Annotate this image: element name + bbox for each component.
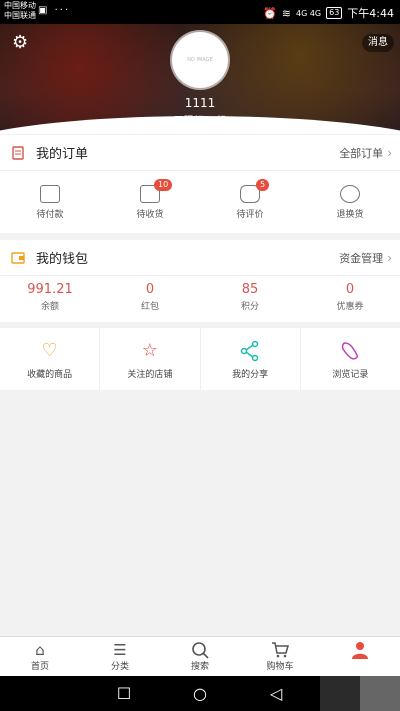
message-button[interactable]: 消息 [362,34,394,52]
wallet-value: 85 [241,282,259,297]
status-bar: 中国移动 中国联通 ▣ ··· ⏰ ≋ 4G 4G 63 下午4:44 [0,0,400,24]
avatar-placeholder-text: NO IMAGE [187,57,213,63]
footprint-icon [339,340,361,362]
quick-links: ♡ 收藏的商品 ☆ 关注的店铺 我的分享 浏览记录 [0,328,400,390]
tab-label: 搜索 [190,662,209,672]
wallet-value: 0 [145,282,155,297]
tab-category[interactable]: ☰ 分类 [80,637,160,676]
battery-icon: 63 [326,7,343,19]
order-returns[interactable]: 退换货 [300,171,400,233]
nav-overlay-dark [320,676,360,711]
order-pending-review[interactable]: 5 待评价 [200,171,300,233]
user-group: 无限额27组 [173,116,227,127]
category-icon: ☰ [113,641,127,659]
orders-header[interactable]: 我的订单 全部订单 › [0,135,400,171]
wallet-redpacket[interactable]: 0 红包 [100,276,200,322]
notification-icons: ▣ ··· [38,5,71,16]
my-shares[interactable]: 我的分享 [201,328,301,390]
fund-management-link[interactable]: 资金管理 › [339,250,392,266]
home-icon: ⌂ [35,641,45,659]
order-item-label: 待付款 [36,210,64,220]
wifi-icon: ≋ [281,6,291,20]
exchange-icon [340,185,360,203]
wallet-title: 我的钱包 [36,252,89,267]
orders-title: 我的订单 [36,147,89,162]
wallet-value: 991.21 [27,282,73,297]
tab-label: 分类 [110,662,129,672]
recents-icon[interactable]: ☐ [113,684,135,703]
quick-label: 我的分享 [232,370,269,380]
all-orders-link[interactable]: 全部订单 › [339,145,392,161]
network-type: 4G 4G [295,8,322,18]
bottom-tab-bar: ⌂ 首页 ☰ 分类 搜索 购物车 [0,636,400,676]
carrier-1: 中国移动 [4,1,36,10]
order-pending-receipt[interactable]: 10 待收货 [100,171,200,233]
wallet-points[interactable]: 85 积分 [200,276,300,322]
wallet-coupons[interactable]: 0 优惠券 [300,276,400,322]
tab-home[interactable]: ⌂ 首页 [0,637,80,676]
wallet-icon [40,185,60,203]
order-item-label: 退换货 [336,210,364,220]
fund-management-label: 资金管理 [339,251,384,265]
gear-icon[interactable]: ⚙ [12,34,30,52]
wallet-label: 优惠券 [336,302,364,312]
order-list-icon [10,145,26,161]
tab-search[interactable]: 搜索 [160,637,240,676]
wallet-balance[interactable]: 991.21 余额 [0,276,100,322]
wallet-icon [10,250,26,266]
back-icon[interactable]: ◁ [265,684,287,703]
alarm-icon: ⏰ [263,6,277,20]
username: 1111 [184,96,216,110]
tab-label: 首页 [30,662,49,672]
user-icon [351,641,369,659]
quick-label: 浏览记录 [332,370,369,380]
followed-shops[interactable]: ☆ 关注的店铺 [100,328,201,390]
chevron-right-icon: › [387,145,392,160]
wallet-label: 余额 [40,302,59,312]
cart-icon [271,641,289,659]
wallet-value: 0 [345,282,355,297]
status-right: ⏰ ≋ 4G 4G 63 下午4:44 [263,5,394,21]
tab-cart[interactable]: 购物车 [240,637,320,676]
carrier-info: 中国移动 中国联通 [4,1,36,21]
search-icon [191,641,209,659]
chevron-right-icon: › [387,250,392,265]
wallet-header[interactable]: 我的钱包 资金管理 › [0,240,400,276]
favorite-goods[interactable]: ♡ 收藏的商品 [0,328,101,390]
clock: 下午4:44 [347,7,394,20]
count-badge: 10 [154,179,173,191]
wallet-label: 红包 [140,302,159,312]
avatar[interactable]: NO IMAGE [172,32,228,88]
quick-label: 收藏的商品 [27,370,73,380]
all-orders-label: 全部订单 [339,146,384,160]
wallet-label: 积分 [240,302,259,312]
star-icon: ☆ [141,340,158,361]
home-circle-icon[interactable]: ○ [189,684,211,703]
order-pending-payment[interactable]: 待付款 [0,171,100,233]
profile-header: ⚙ 消息 NO IMAGE 1111 无限额27组 [0,24,400,134]
tab-label: 购物车 [266,662,294,672]
order-item-label: 待评价 [236,210,264,220]
tab-profile[interactable] [320,637,400,676]
count-badge: 5 [256,179,270,191]
order-item-label: 待收货 [136,210,164,220]
heart-icon: ♡ [41,340,58,361]
share-icon [239,340,261,362]
order-status-row: 待付款 10 待收货 5 待评价 退换货 [0,171,400,233]
carrier-2: 中国联通 [4,11,36,20]
quick-label: 关注的店铺 [127,370,173,380]
nav-overlay-gray [360,676,400,711]
browse-history[interactable]: 浏览记录 [301,328,400,390]
wallet-stats: 991.21 余额 0 红包 85 积分 0 优惠券 [0,276,400,322]
